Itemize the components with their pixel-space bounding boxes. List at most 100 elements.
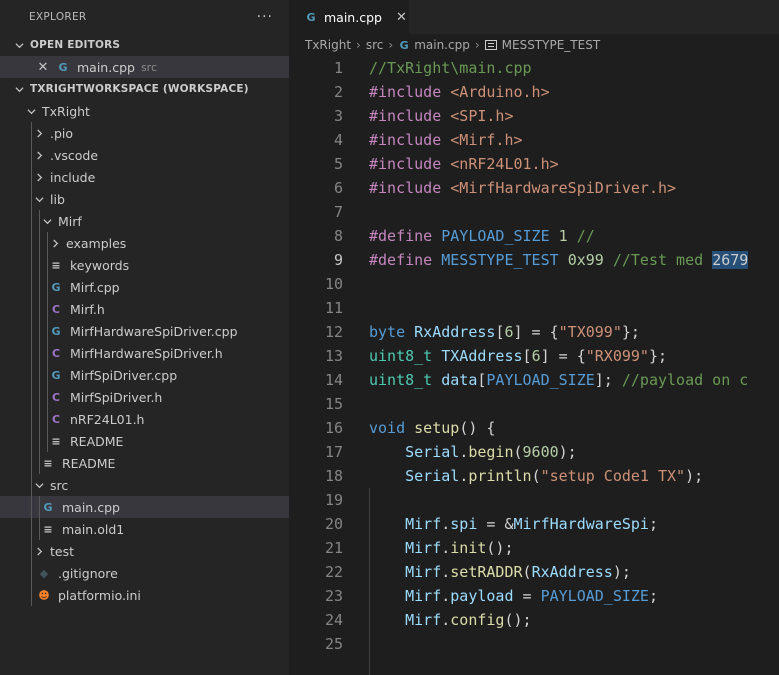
open-editors-section-header[interactable]: OPEN EDITORS: [0, 34, 289, 56]
tree-folder-test[interactable]: test: [0, 540, 289, 562]
tree-file-platformio-ini[interactable]: ☻ platformio.ini: [0, 584, 289, 606]
close-editor-icon[interactable]: ✕: [35, 60, 51, 75]
tree-folder-pio[interactable]: .pio: [0, 122, 289, 144]
code-line[interactable]: 12 byte RxAddress[6] = {"TX099"};: [289, 320, 779, 344]
tree-file-main-cpp[interactable]: Gmain.cpp: [0, 496, 289, 518]
code-line[interactable]: 3 #include <SPI.h>: [289, 104, 779, 128]
text-file-icon: ≡: [51, 258, 61, 272]
workspace-section-header[interactable]: TXRIGHTWORKSPACE (WORKSPACE): [0, 78, 289, 100]
code-token: Mirf: [405, 539, 442, 557]
code-line[interactable]: 19: [289, 488, 779, 512]
close-tab-icon[interactable]: ✕: [396, 10, 407, 25]
breadcrumb-item-project[interactable]: TxRight: [305, 38, 351, 52]
tree-folder-include[interactable]: include: [0, 166, 289, 188]
code-line[interactable]: 1 //TxRight\main.cpp: [289, 56, 779, 80]
line-number: 19: [324, 491, 343, 509]
code-line[interactable]: 11: [289, 296, 779, 320]
code-line[interactable]: 14 uint8_t data[PAYLOAD_SIZE]; //payload …: [289, 368, 779, 392]
indent-guide: [31, 474, 32, 496]
tree-file-keywords[interactable]: ≡ keywords: [0, 254, 289, 276]
code-token: Serial: [405, 443, 460, 461]
code-line[interactable]: 13 uint8_t TXAddress[6] = {"RX099"};: [289, 344, 779, 368]
code-token: byte: [369, 323, 406, 341]
more-actions-icon[interactable]: ···: [257, 9, 273, 25]
code-token: .: [441, 515, 451, 533]
indent-guide: [31, 408, 32, 430]
code-line[interactable]: 24 Mirf.config();: [289, 608, 779, 632]
code-line[interactable]: 4 #include <Mirf.h>: [289, 128, 779, 152]
code-line[interactable]: 18 Serial.println("setup Code1 TX");: [289, 464, 779, 488]
code-token: () {: [459, 419, 496, 437]
tree-folder-lib[interactable]: lib: [0, 188, 289, 210]
indent-guide: [31, 254, 32, 276]
code-line[interactable]: 21 Mirf.init();: [289, 536, 779, 560]
breadcrumb: TxRight › src › G main.cpp › MESSTYPE_TE…: [289, 34, 779, 56]
code-line[interactable]: 2 #include <Arduino.h>: [289, 80, 779, 104]
indent-guide: [31, 232, 32, 254]
code-editor[interactable]: 1//TxRight\main.cpp 2 #include <Arduino.h>…: [289, 56, 779, 675]
code-line[interactable]: 15: [289, 392, 779, 416]
code-line[interactable]: 9 #define MESSTYPE_TEST 0x99 //Test med 2…: [289, 248, 779, 272]
code-line[interactable]: 5 #include <nRF24L01.h>: [289, 152, 779, 176]
code-token: #define: [369, 227, 442, 245]
line-number: 25: [324, 635, 343, 653]
code-token: );: [685, 467, 704, 485]
code-line[interactable]: 6 #include <MirfHardwareSpiDriver.h>: [289, 176, 779, 200]
tree-file-main-old1[interactable]: ≡ main.old1: [0, 518, 289, 540]
indent-guide: [31, 518, 32, 540]
code-token: 9600: [522, 443, 559, 461]
line-number: 1: [333, 59, 343, 77]
code-token: <SPI.h>: [450, 107, 514, 125]
code-line[interactable]: 20 Mirf.spi = &MirfHardwareSpi;: [289, 512, 779, 536]
code-token: <MirfHardwareSpiDriver.h>: [450, 179, 677, 197]
tree-file-mirfspidriver-h[interactable]: C MirfSpiDriver.h: [0, 386, 289, 408]
tree-folder-examples[interactable]: examples: [0, 232, 289, 254]
code-line[interactable]: 23 Mirf.payload = PAYLOAD_SIZE;: [289, 584, 779, 608]
line-number: 18: [324, 467, 343, 485]
tree-file-readme[interactable]: ≡ README: [0, 430, 289, 452]
code-token: spi: [450, 515, 478, 533]
tree-file-mirf-h[interactable]: C Mirf.h: [0, 298, 289, 320]
tree-folder-mirf[interactable]: Mirf: [0, 210, 289, 232]
code-line[interactable]: 17 Serial.begin(9600);: [289, 440, 779, 464]
code-text: Serial.println("setup Code1 TX");: [343, 464, 703, 488]
tree-item-label: TxRight: [42, 103, 90, 119]
tree-item-label: Mirf: [58, 213, 82, 229]
code-line[interactable]: 7: [289, 200, 779, 224]
indent-guide: [31, 320, 32, 342]
tree-folder-vscode[interactable]: .vscode: [0, 144, 289, 166]
breadcrumb-item-symbol[interactable]: MESSTYPE_TEST: [502, 38, 601, 52]
code-line[interactable]: 8 #define PAYLOAD_SIZE 1 //: [289, 224, 779, 248]
tree-file-gitignore[interactable]: ◆ .gitignore: [0, 562, 289, 584]
open-editor-item-main-cpp[interactable]: ✕ G main.cpp src: [0, 56, 289, 78]
tab-main-cpp[interactable]: G main.cpp ✕: [289, 0, 409, 34]
tree-file-mirfhardwarespidriver-cpp[interactable]: G MirfHardwareSpiDriver.cpp: [0, 320, 289, 342]
breadcrumb-item-file[interactable]: main.cpp: [414, 38, 470, 52]
tree-file-mirfspidriver-cpp[interactable]: G MirfSpiDriver.cpp: [0, 364, 289, 386]
code-line[interactable]: 10: [289, 272, 779, 296]
line-number: 23: [324, 587, 343, 605]
tree-file-mirfhardwarespidriver-h[interactable]: C MirfHardwareSpiDriver.h: [0, 342, 289, 364]
chevron-down-icon: [24, 107, 38, 116]
tree-file-mirf-cpp[interactable]: G Mirf.cpp: [0, 276, 289, 298]
line-number: 4: [333, 131, 343, 149]
code-token: ];: [594, 371, 622, 389]
tree-folder-txright[interactable]: TxRight: [0, 100, 289, 122]
code-token: data: [441, 371, 478, 389]
tree-file-nrf24l01-h[interactable]: CnRF24L01.h: [0, 408, 289, 430]
code-token: uint8_t: [369, 371, 433, 389]
chevron-down-icon: [32, 195, 46, 204]
indent-guide: [31, 496, 32, 518]
code-line[interactable]: 22 Mirf.setRADDR(RxAddress);: [289, 560, 779, 584]
breadcrumb-item-folder[interactable]: src: [366, 38, 384, 52]
tree-file-readme[interactable]: ≡ README: [0, 452, 289, 474]
code-line[interactable]: 16 void setup() {: [289, 416, 779, 440]
tree-folder-src[interactable]: src: [0, 474, 289, 496]
code-token: #define: [369, 251, 442, 269]
code-token: };: [621, 323, 640, 341]
code-line[interactable]: 25: [289, 632, 779, 656]
